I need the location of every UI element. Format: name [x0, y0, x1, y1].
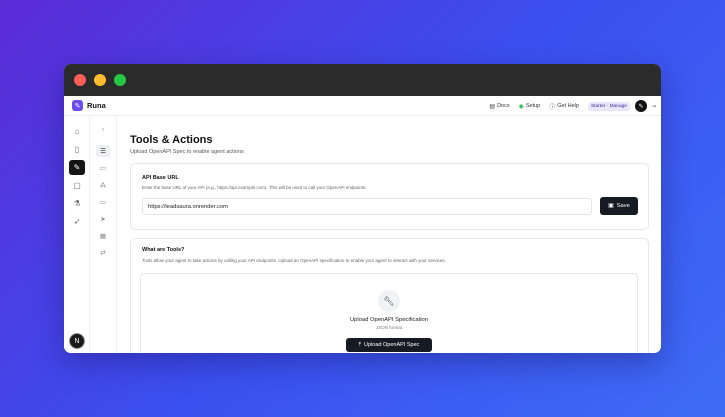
- tools-heading: What are Tools?: [142, 247, 185, 253]
- close-window-button[interactable]: [74, 74, 86, 86]
- primary-sidebar: ⌂ ▯ ✎ ▢ ⚗ ➶ N: [64, 117, 90, 353]
- sidebar-item-rocket-icon[interactable]: ➶: [69, 214, 85, 229]
- subnav-database-icon[interactable]: ☰: [96, 145, 110, 157]
- upload-spec-button[interactable]: ⤒ Upload OpenAPI Spec: [346, 338, 432, 352]
- main-content: Tools & Actions Upload OpenAPI Spec to e…: [130, 117, 649, 353]
- app: ✎ Runa ▤ Docs ◉ Setup ⓘ Get Help Starter…: [64, 96, 661, 353]
- save-label: Save: [616, 203, 630, 209]
- sidebar-item-chat-icon[interactable]: ▢: [69, 178, 85, 193]
- document-icon: ▤: [489, 103, 496, 110]
- check-circle-icon: ◉: [518, 103, 524, 110]
- upload-spec-label: Upload OpenAPI Spec: [364, 342, 420, 348]
- upload-title: Upload OpenAPI Specification: [350, 317, 428, 323]
- secondary-sidebar: › ☰ ▭ ⁂ ▭ ➤ ▦ ⇄: [91, 117, 117, 353]
- page-subtitle: Upload OpenAPI Spec to enable agent acti…: [130, 149, 244, 155]
- top-bar: ✎ Runa ▤ Docs ◉ Setup ⓘ Get Help Starter…: [64, 96, 661, 116]
- get-help-link[interactable]: ⓘ Get Help: [549, 102, 579, 111]
- logout-icon[interactable]: ⇥: [651, 103, 656, 110]
- collapse-chevron-icon[interactable]: ›: [96, 123, 110, 135]
- api-url-description: Enter the base URL of your API (e.g., ht…: [142, 185, 367, 190]
- subnav-network-icon[interactable]: ⁂: [96, 179, 110, 191]
- subnav-grid-icon[interactable]: ▦: [96, 230, 110, 242]
- sidebar-item-book-icon[interactable]: ▯: [69, 142, 85, 157]
- browser-window: ✎ Runa ▤ Docs ◉ Setup ⓘ Get Help Starter…: [64, 64, 661, 353]
- plan-badge[interactable]: Starter · Manage: [587, 101, 630, 111]
- docs-link[interactable]: ▤ Docs: [489, 103, 509, 110]
- subnav-message-icon[interactable]: ▭: [96, 196, 110, 208]
- api-url-value: https://leadsaura.onrender.com: [148, 203, 228, 210]
- docs-label: Docs: [497, 103, 510, 109]
- setup-label: Setup: [525, 103, 541, 109]
- setup-link[interactable]: ◉ Setup: [519, 103, 541, 110]
- sidebar-item-flask-icon[interactable]: ⚗: [69, 196, 85, 211]
- subnav-send-icon[interactable]: ➤: [96, 213, 110, 225]
- wrench-icon: 🔧︎: [378, 290, 400, 312]
- api-base-url-card: API Base URL Enter the base URL of your …: [130, 163, 649, 230]
- account-avatar[interactable]: ✎: [634, 100, 647, 112]
- save-icon: ▣: [608, 203, 614, 209]
- page-title: Tools & Actions: [130, 134, 213, 146]
- subnav-flow-icon[interactable]: ⇄: [96, 247, 110, 259]
- save-button[interactable]: ▣ Save: [600, 197, 638, 215]
- help-circle-icon: ⓘ: [549, 104, 556, 111]
- brand-logo-icon[interactable]: ✎: [72, 100, 83, 111]
- sidebar-item-inbox-icon[interactable]: ⌂: [69, 124, 85, 139]
- upload-dropzone[interactable]: 🔧︎ Upload OpenAPI Specification JSON for…: [140, 273, 638, 353]
- maximize-window-button[interactable]: [114, 74, 126, 86]
- sidebar-item-tools-icon[interactable]: ✎: [69, 160, 85, 175]
- brand-name[interactable]: Runa: [87, 101, 106, 110]
- get-help-label: Get Help: [557, 103, 579, 109]
- api-url-heading: API Base URL: [142, 175, 179, 181]
- user-avatar[interactable]: N: [69, 333, 85, 349]
- api-url-input[interactable]: https://leadsaura.onrender.com: [142, 198, 592, 215]
- tools-info-card: What are Tools? Tools allow your agent t…: [130, 238, 649, 353]
- upload-format: JSON format: [375, 325, 402, 330]
- tools-description: Tools allow your agent to take actions b…: [142, 258, 446, 263]
- window-titlebar: [64, 64, 661, 96]
- minimize-window-button[interactable]: [94, 74, 106, 86]
- subnav-monitor-icon[interactable]: ▭: [96, 162, 110, 174]
- upload-icon: ⤒: [358, 341, 362, 348]
